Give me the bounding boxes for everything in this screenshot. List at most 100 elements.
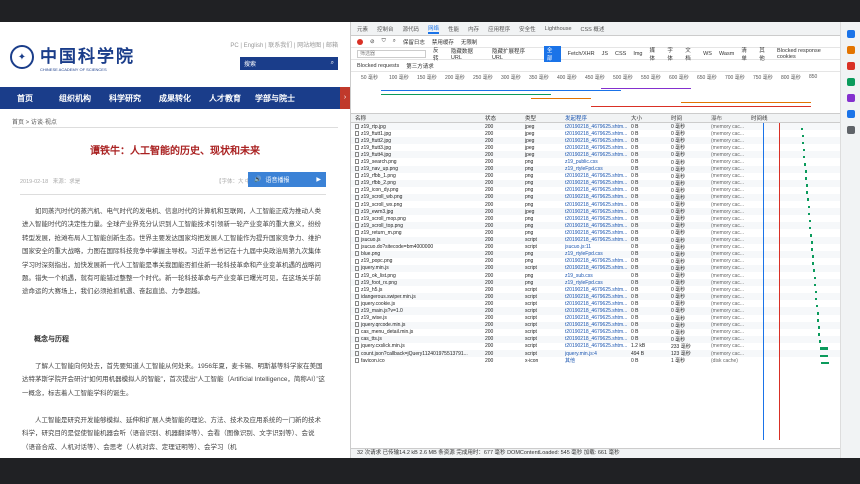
filter-type-3[interactable]: 全部: [543, 45, 561, 62]
tab-8[interactable]: Lighthouse: [545, 26, 572, 32]
tab-3[interactable]: 网络: [428, 24, 440, 34]
filter-input[interactable]: 筛选器: [357, 49, 427, 58]
request-row[interactable]: z19_h5.js 200 script t20190218_4679625.shtm…: [351, 286, 840, 294]
preserve-log[interactable]: 保留日志: [403, 38, 425, 46]
request-row[interactable]: z19_search.png 200 png z19_public.css 0 B 0 毫…: [351, 158, 840, 166]
tab-6[interactable]: 应用程序: [488, 25, 510, 33]
tab-2[interactable]: 源代码: [403, 25, 420, 33]
column-header[interactable]: 大小: [631, 114, 671, 122]
request-row[interactable]: z19_scroll_top.png 200 png t20190218_467962…: [351, 222, 840, 230]
search-input[interactable]: 搜索: [244, 59, 331, 68]
nav-more-arrow-icon[interactable]: ›: [340, 87, 350, 109]
tab-4[interactable]: 性能: [448, 25, 459, 33]
request-row[interactable]: z19_ftutt4.jpg 200 jpeg t20190218_4679625.s…: [351, 151, 840, 159]
nav-academicians[interactable]: 学部与院士: [250, 87, 300, 109]
column-header[interactable]: 类型: [525, 114, 565, 122]
site-logo[interactable]: ✦ 中国科学院 CHINESE ACADEMY OF SCIENCES: [10, 42, 135, 72]
filter-type-10[interactable]: 文档: [685, 46, 696, 62]
column-header[interactable]: 时间线: [751, 114, 831, 122]
request-row[interactable]: jsucuo.do?sitecode=bm4000000 200 script jsu…: [351, 244, 840, 251]
filter-type-2[interactable]: 隐藏扩展程序 URL: [492, 47, 537, 61]
filter-type-12[interactable]: Wasm: [719, 51, 734, 57]
filter-type-14[interactable]: 其他: [759, 46, 770, 62]
tab-5[interactable]: 内存: [468, 25, 479, 33]
request-row[interactable]: z19_nav_up.png 200 png z19_rtyleFpd.css 0 B 0…: [351, 165, 840, 173]
request-row[interactable]: z19_ftutt1.jpg 200 jpeg t20190218_4679625.s…: [351, 130, 840, 138]
blocked-requests[interactable]: Blocked requests: [357, 63, 399, 69]
search-icon[interactable]: ⌕: [331, 60, 334, 67]
request-row[interactable]: z19_scroll_mop.png 200 png t20190218_467962…: [351, 215, 840, 223]
request-row[interactable]: z19_icon_dy.png 200 png t20190218_4679625.s…: [351, 187, 840, 194]
nav-transfer[interactable]: 成果转化: [150, 87, 200, 109]
filter-type-8[interactable]: 媒体: [649, 46, 660, 62]
disable-cache[interactable]: 禁用缓存: [432, 38, 454, 46]
outlook-icon[interactable]: [846, 110, 855, 118]
nav-home[interactable]: 首页: [0, 87, 50, 109]
filter-type-13[interactable]: 清单: [741, 46, 752, 62]
request-row[interactable]: jquery.min.js 200 script t20190218_4679625.…: [351, 264, 840, 272]
office-icon[interactable]: [846, 94, 855, 102]
clear-icon[interactable]: ⊘: [370, 39, 375, 45]
request-row[interactable]: cas_tts.js 200 script t20190218_4679625.sht…: [351, 335, 840, 343]
shopping-icon[interactable]: [846, 46, 855, 54]
games-icon[interactable]: [846, 78, 855, 86]
tab-1[interactable]: 控制台: [377, 25, 394, 33]
tab-9[interactable]: CSS 概述: [581, 25, 605, 33]
request-row[interactable]: z19_ftutt3.jpg 200 jpeg t20190218_4679625.s…: [351, 144, 840, 152]
filter-type-5[interactable]: JS: [602, 51, 608, 57]
request-row[interactable]: z19_ewm3.jpg 200 jpeg t20190218_4679625.sht…: [351, 208, 840, 216]
request-row[interactable]: blue.png 200 png z19_rtyleFpd.css 0 B 0 毫秒 (me…: [351, 250, 840, 258]
filter-type-11[interactable]: WS: [703, 51, 712, 57]
column-header[interactable]: 发起程序: [565, 114, 631, 122]
request-row[interactable]: z19_wise.js 200 script t20190218_4679625.sh…: [351, 315, 840, 322]
request-row[interactable]: jquery.cxslick.min.js 200 script t20190218_…: [351, 343, 840, 350]
network-overview[interactable]: 50 毫秒 100 毫秒 150 毫秒 200 毫秒 250 毫秒 300 毫秒 350 毫…: [351, 72, 840, 114]
request-row[interactable]: z19_rfbb_1.png 200 png t20190218_4679625.sh…: [351, 173, 840, 180]
filter-type-7[interactable]: Img: [633, 51, 642, 57]
request-row[interactable]: favicon.ico 200 x-icon 其他 0 B 1 毫秒 (disk cache…: [351, 357, 840, 365]
request-row[interactable]: jquery.cookie.js 200 script t20190218_46796…: [351, 300, 840, 308]
request-row[interactable]: z19_return_m.png 200 png t20190218_4679625.…: [351, 229, 840, 237]
request-row[interactable]: z19_ok_list.png 200 png z19_sub.css 0 B 0 毫秒 (…: [351, 272, 840, 280]
blocked-cookies[interactable]: Blocked response cookies: [777, 48, 840, 60]
filter-icon[interactable]: ⛉: [382, 38, 386, 45]
request-row[interactable]: z19_rtp.jpg 200 jpeg t20190218_4679625.shtm…: [351, 123, 840, 131]
filter-type-1[interactable]: 隐藏数据 URL: [451, 47, 485, 61]
request-row[interactable]: cas_menu_detail.min.js 200 script t20190218…: [351, 329, 840, 336]
request-row[interactable]: z19_scroll_wx.png 200 png t20190218_4679625…: [351, 201, 840, 209]
request-row[interactable]: z19_ftutt2.jpg 200 jpeg t20190218_4679625.s…: [351, 137, 840, 145]
request-row[interactable]: jsucuo.js 200 script t20190218_4679625.shtm…: [351, 236, 840, 244]
tab-0[interactable]: 元素: [357, 25, 368, 33]
filter-type-9[interactable]: 字体: [667, 46, 678, 62]
request-row[interactable]: count.json?callback=jQuery11240197551379…: [351, 350, 840, 358]
request-row[interactable]: z19_scroll_wb.png 200 png t20190218_4679625…: [351, 193, 840, 202]
column-header[interactable]: 状态: [485, 114, 525, 122]
search-box[interactable]: 搜索 ⌕: [240, 57, 338, 70]
tab-7[interactable]: 安全性: [519, 25, 536, 33]
nav-org[interactable]: 组织机构: [50, 87, 100, 109]
nav-education[interactable]: 人才教育: [200, 87, 250, 109]
filter-type-0[interactable]: 反转: [433, 46, 444, 62]
third-party-requests[interactable]: 第三方请求: [406, 62, 434, 70]
request-row[interactable]: z19_rfbb_2.png 200 png t20190218_4679625.sh…: [351, 179, 840, 187]
search-icon[interactable]: ⌕: [393, 38, 396, 45]
column-header[interactable]: 瀑布: [711, 114, 751, 122]
search-icon[interactable]: [846, 30, 855, 38]
request-row[interactable]: z19_main.js?v=1.0 200 script t20190218_4679…: [351, 307, 840, 315]
record-icon[interactable]: [357, 38, 363, 45]
filter-type-6[interactable]: CSS: [615, 51, 626, 57]
breadcrumb[interactable]: 首页 > 访谈·视点: [12, 117, 57, 126]
filter-type-4[interactable]: Fetch/XHR: [568, 51, 595, 57]
top-links[interactable]: PC | English | 联系我们 | 网站地图 | 邮箱: [230, 40, 338, 49]
nav-research[interactable]: 科学研究: [100, 87, 150, 109]
request-row[interactable]: jquery.qrcode.min.js 200 script t20190218_4…: [351, 321, 840, 329]
column-header[interactable]: 名称: [351, 114, 485, 122]
throttle-select[interactable]: 无限制: [461, 38, 478, 46]
tools-icon[interactable]: [846, 62, 855, 70]
column-header[interactable]: 时间: [671, 114, 711, 122]
request-row[interactable]: idangerous.swiper.min.js 200 script t201902…: [351, 293, 840, 301]
request-row[interactable]: z19_foot_rx.png 200 png z19_rtyleFpd.css 0 B…: [351, 279, 840, 287]
listen-button[interactable]: 🔊 语音播报 ▶: [248, 172, 326, 187]
request-row[interactable]: z19_popc.png 200 png t20190218_4679625.shtm…: [351, 258, 840, 265]
add-icon[interactable]: [846, 126, 855, 134]
